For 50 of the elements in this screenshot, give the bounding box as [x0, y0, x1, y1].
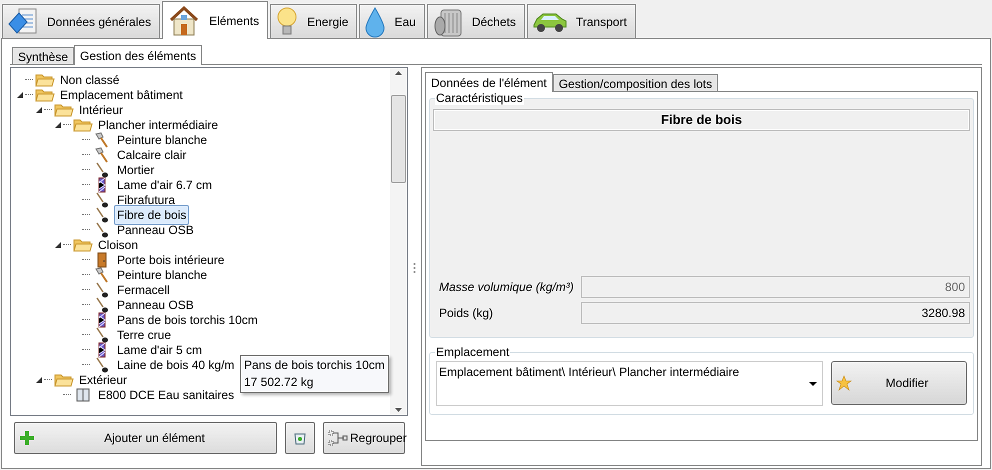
field-value: 3280.98: [581, 302, 970, 324]
main-tab[interactable]: Déchets: [426, 4, 525, 38]
scroll-down-icon[interactable]: [395, 408, 402, 412]
modify-button[interactable]: Modifier: [831, 361, 967, 405]
scroll-thumb[interactable]: [391, 95, 406, 183]
trash-bin-icon: [294, 431, 306, 445]
location-dropdown[interactable]: Emplacement bâtiment\ Intérieur\ Plancher intermédiaire: [436, 361, 823, 406]
main-tab[interactable]: Transport: [526, 4, 636, 38]
document-icon: [7, 6, 39, 36]
folder-icon: [54, 372, 74, 386]
lightbulb-icon: [275, 6, 300, 38]
tooltip-title: Pans de bois torchis 10cm: [244, 357, 385, 374]
scroll-up-icon[interactable]: [395, 71, 402, 75]
car-icon: [532, 10, 568, 32]
collapse-icon[interactable]: [17, 92, 23, 98]
delete-button[interactable]: [285, 422, 315, 454]
tab[interactable]: Synthèse: [12, 47, 74, 64]
collapse-icon[interactable]: [36, 376, 42, 382]
tab[interactable]: Données de l'élément: [425, 72, 553, 92]
tree-item[interactable]: Fibre de bois: [114, 204, 190, 224]
field-value: 800: [581, 276, 970, 298]
folder-icon: [35, 72, 55, 86]
scrollbar[interactable]: [390, 68, 407, 415]
collapse-icon[interactable]: [36, 106, 42, 112]
button[interactable]: Regrouper: [323, 422, 405, 454]
element-heading: Fibre de bois: [433, 109, 970, 131]
collapse-icon[interactable]: [55, 242, 61, 248]
tab[interactable]: Gestion des éléments: [74, 45, 202, 65]
field-label: Masse volumique (kg/m³): [438, 279, 575, 296]
main-tab[interactable]: Eau: [359, 4, 425, 38]
folder-icon: [35, 88, 55, 102]
button[interactable]: Ajouter un élément: [14, 422, 277, 454]
field-label: Poids (kg): [438, 305, 494, 322]
star-icon: [836, 375, 852, 391]
tab[interactable]: Gestion/composition des lots: [552, 74, 718, 91]
main-tab[interactable]: Eléments: [162, 1, 268, 39]
folder-icon: [73, 238, 93, 252]
main-tab[interactable]: Energie: [270, 4, 358, 38]
folder-icon: [73, 118, 93, 132]
plus-icon: [19, 430, 35, 446]
collapse-icon[interactable]: [55, 122, 61, 128]
group-title: Emplacement: [435, 345, 510, 359]
water-drop-icon: [364, 6, 386, 38]
group-title: Caractéristiques: [435, 91, 524, 105]
folder-icon: [54, 102, 74, 116]
dropdown-arrow-icon[interactable]: [809, 382, 817, 386]
main-tab[interactable]: Données générales: [2, 4, 160, 38]
tooltip-value: 17 502.72 kg: [244, 374, 314, 391]
splitter-handle-icon[interactable]: [413, 262, 416, 274]
group-icon: [328, 430, 348, 446]
